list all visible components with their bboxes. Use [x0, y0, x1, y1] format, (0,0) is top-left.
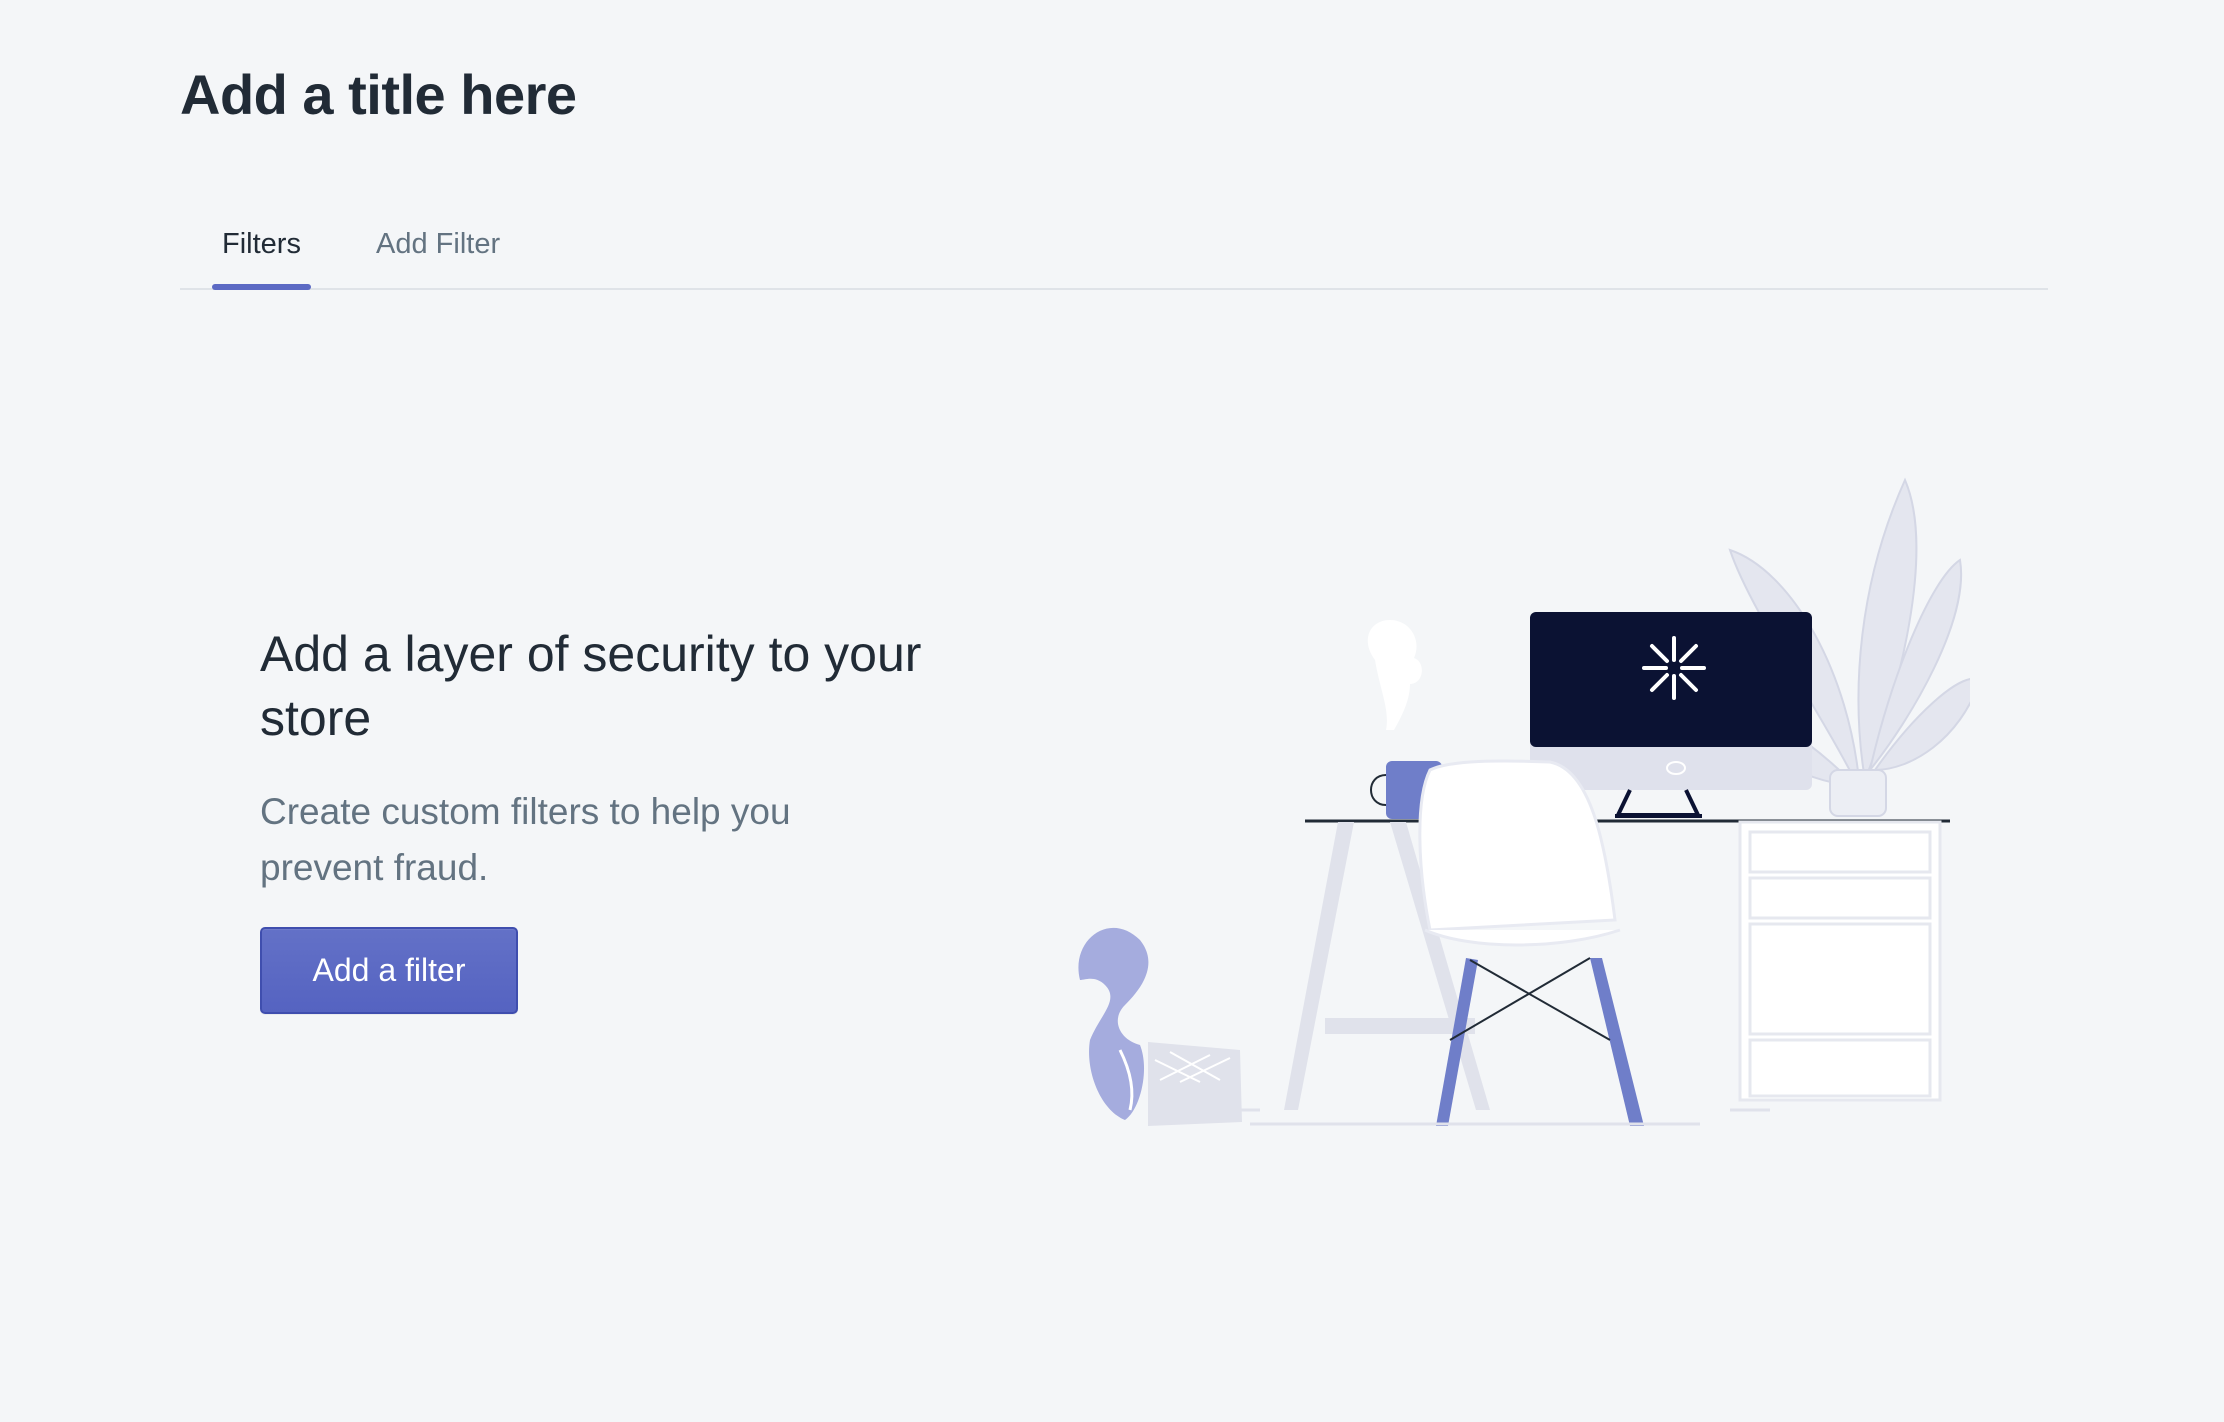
- chair-icon: [1418, 759, 1644, 1126]
- drawer-cabinet: [1738, 820, 1942, 1102]
- empty-state-heading: Add a layer of security to your store: [260, 626, 922, 746]
- squirrel-icon: [1078, 927, 1149, 1120]
- add-filter-button[interactable]: Add a filter: [260, 927, 518, 1014]
- tab-filters[interactable]: Filters: [212, 200, 311, 290]
- desk-workspace-illustration: [1078, 477, 1970, 1126]
- page-title: Add a title here: [180, 63, 577, 126]
- tab-bar: Filters Add Filter: [180, 200, 2048, 290]
- tab-add-filter[interactable]: Add Filter: [376, 200, 500, 288]
- empty-state-description: Create custom filters to help you preven…: [260, 791, 791, 888]
- box-icon: [1148, 1042, 1242, 1126]
- floor-line: [1220, 1108, 1770, 1126]
- page: Add a title here Filters Add Filter Add …: [0, 0, 2224, 1422]
